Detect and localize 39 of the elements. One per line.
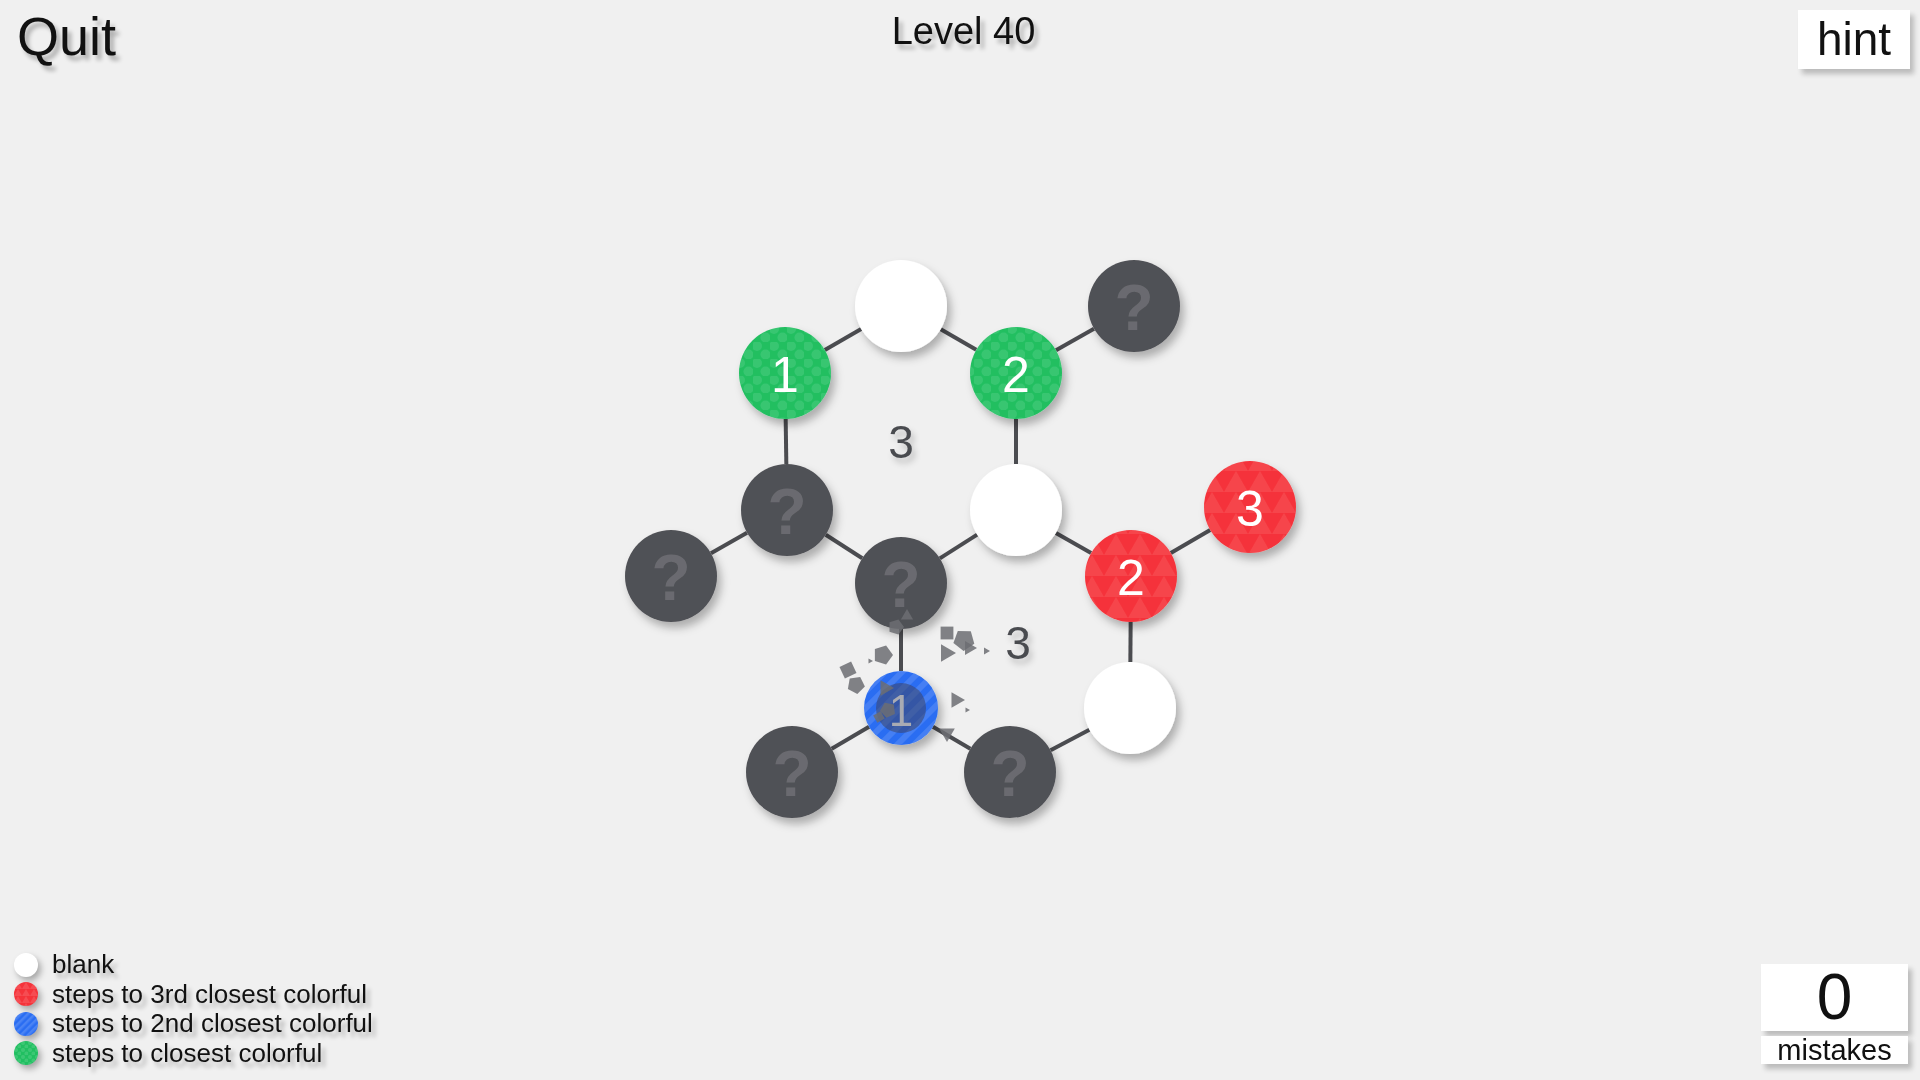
region-hint: 3	[1005, 617, 1031, 669]
hidden-node[interactable]: ?	[964, 726, 1056, 818]
connector-line	[1055, 326, 1095, 353]
blank-node[interactable]	[855, 260, 947, 352]
legend-label: steps to 2nd closest colorful	[52, 1009, 373, 1039]
number-node[interactable]: 3	[1204, 461, 1296, 553]
legend-label: blank	[52, 950, 115, 980]
connector-line	[938, 532, 979, 561]
number-node[interactable]: 1	[739, 327, 831, 419]
connector-line	[1014, 419, 1018, 464]
hidden-node[interactable]: ?	[741, 464, 833, 556]
mistakes-label: mistakes	[1761, 1036, 1908, 1064]
hidden-node[interactable]: ?	[625, 530, 717, 622]
level-title: Level 40	[891, 12, 1036, 50]
connector-line	[823, 327, 863, 352]
mistakes-count: 0	[1761, 964, 1908, 1031]
connector-line	[939, 327, 978, 352]
connector-line	[899, 629, 903, 671]
hidden-node[interactable]: ?	[746, 726, 838, 818]
hidden-node[interactable]: ?	[1088, 260, 1180, 352]
connector-line	[1169, 528, 1212, 555]
number-node[interactable]: 2	[970, 327, 1062, 419]
connector-line	[1128, 622, 1133, 662]
legend-label: steps to 3rd closest colorful	[52, 979, 368, 1009]
connector-line	[830, 725, 871, 751]
connector-line	[783, 418, 789, 465]
connector-line	[1054, 531, 1093, 555]
connector-line	[931, 725, 972, 751]
hidden-node[interactable]: ?	[855, 537, 947, 629]
connector-line	[1049, 727, 1091, 753]
legend-label: steps to closest colorful	[52, 1038, 323, 1068]
number-node[interactable]: 1	[864, 671, 938, 745]
blank-node[interactable]	[1084, 662, 1176, 754]
blank-node[interactable]	[970, 464, 1062, 556]
number-node[interactable]: 2	[1085, 530, 1177, 622]
connector-line	[824, 533, 864, 560]
region-hint: 3	[888, 416, 914, 468]
hint-button[interactable]: hint	[1798, 10, 1910, 69]
connector-line	[710, 531, 748, 555]
